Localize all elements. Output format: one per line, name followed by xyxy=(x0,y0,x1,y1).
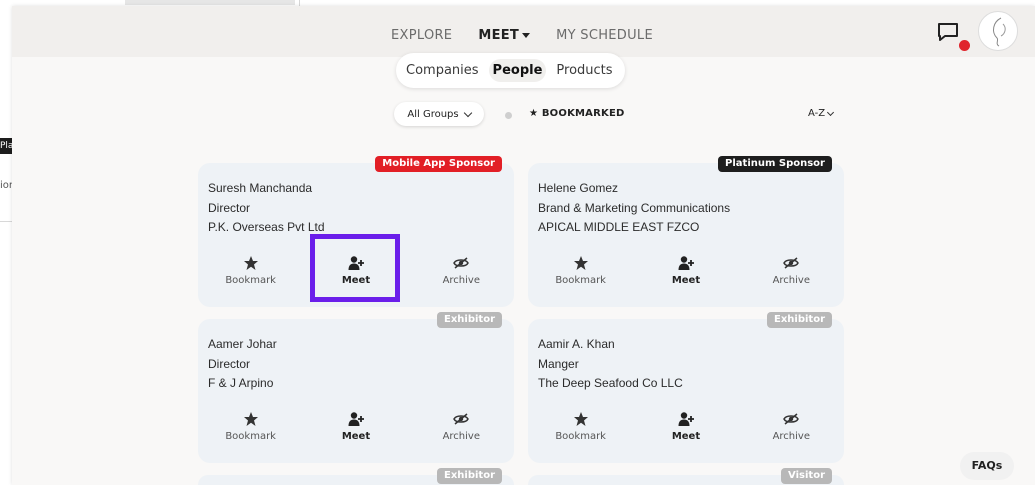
person-company: APICAL MIDDLE EAST FZCO xyxy=(538,220,700,234)
meet-button[interactable]: Meet xyxy=(633,411,738,442)
notification-dot xyxy=(959,40,970,51)
exhibitor-badge: Exhibitor xyxy=(437,312,502,328)
meet-label: Meet xyxy=(671,431,701,442)
meet-button[interactable]: Meet xyxy=(303,411,408,442)
bookmark-label: Bookmark xyxy=(225,431,276,442)
card-actions: Bookmark Meet Archive xyxy=(528,255,844,286)
exhibitor-badge: Exhibitor xyxy=(437,468,502,484)
meet-button[interactable]: Meet xyxy=(633,255,738,286)
add-person-icon xyxy=(348,412,364,426)
person-info: Aamer Johar Director F & J Arpino xyxy=(208,335,277,394)
meet-button-highlight xyxy=(310,234,400,302)
bookmark-button[interactable]: Bookmark xyxy=(198,411,303,442)
meet-label: Meet xyxy=(671,275,701,286)
card-actions: Bookmark Meet Archive xyxy=(198,411,514,442)
top-bar: EXPLORE MEET MY SCHEDULE xyxy=(12,6,1035,57)
background-text: ion xyxy=(0,180,12,191)
tab-companies[interactable]: Companies xyxy=(402,59,483,82)
tab-products[interactable]: Products xyxy=(552,59,616,82)
sort-dropdown[interactable]: A-Z xyxy=(808,108,835,119)
bookmark-button[interactable]: Bookmark xyxy=(528,255,633,286)
person-card[interactable]: Exhibitor Aamir A. Khan Manger The Deep … xyxy=(528,312,844,463)
person-info: Helene Gomez Brand & Marketing Communica… xyxy=(538,179,730,238)
add-person-icon xyxy=(678,256,694,270)
person-card[interactable]: Exhibitor Aamer Johar Director F & J Arp… xyxy=(198,312,514,463)
archive-button[interactable]: Archive xyxy=(409,411,514,442)
visitor-badge: Visitor xyxy=(781,468,832,484)
person-title: Director xyxy=(208,200,251,215)
bookmarked-filter-label[interactable]: ★ BOOKMARKED xyxy=(529,108,625,119)
eye-slash-icon xyxy=(783,257,800,269)
person-company: P.K. Overseas Pvt Ltd xyxy=(208,220,325,234)
eye-slash-icon xyxy=(453,257,470,269)
avatar-sketch-icon xyxy=(993,17,1006,47)
eye-slash-icon xyxy=(783,413,800,425)
archive-label: Archive xyxy=(772,275,810,286)
sort-label: A-Z xyxy=(808,108,826,119)
background-strip xyxy=(125,0,295,5)
person-title: Director xyxy=(208,356,251,371)
archive-label: Archive xyxy=(772,431,810,442)
person-card[interactable]: Platinum Sponsor Helene Gomez Brand & Ma… xyxy=(528,156,844,307)
group-filter-dropdown[interactable]: All Groups xyxy=(394,102,484,126)
person-info: Aamir A. Khan Manger The Deep Seafood Co… xyxy=(538,335,683,394)
bookmark-button[interactable]: Bookmark xyxy=(198,255,303,286)
bookmark-label: Bookmark xyxy=(555,275,606,286)
chevron-down-icon xyxy=(827,108,835,116)
sponsor-badge: Mobile App Sponsor xyxy=(375,156,502,172)
tab-people[interactable]: People xyxy=(488,59,547,82)
nav-meet[interactable]: MEET xyxy=(478,28,531,43)
person-company: F & J Arpino xyxy=(208,376,274,390)
chat-icon[interactable] xyxy=(937,22,959,42)
archive-button[interactable]: Archive xyxy=(409,255,514,286)
bookmarked-toggle[interactable] xyxy=(505,112,512,119)
person-title: Brand & Marketing Communications xyxy=(538,200,731,215)
person-card[interactable]: Visitor xyxy=(528,468,844,485)
person-info: Suresh Manchanda Director P.K. Overseas … xyxy=(208,179,325,238)
group-filter-label: All Groups xyxy=(407,108,459,120)
nav-explore[interactable]: EXPLORE xyxy=(391,28,452,43)
add-person-icon xyxy=(678,412,694,426)
star-icon xyxy=(243,256,258,270)
nav-my-schedule[interactable]: MY SCHEDULE xyxy=(556,28,653,43)
person-name: Aamir A. Khan xyxy=(538,337,615,351)
person-name: Aamer Johar xyxy=(208,337,277,351)
faq-button[interactable]: FAQs xyxy=(960,452,1014,480)
bookmark-label: Bookmark xyxy=(555,431,606,442)
archive-label: Archive xyxy=(442,431,480,442)
caret-down-icon xyxy=(522,33,531,38)
main-nav: EXPLORE MEET MY SCHEDULE xyxy=(391,28,653,43)
chevron-down-icon xyxy=(463,108,472,117)
star-icon xyxy=(573,256,588,270)
person-name: Suresh Manchanda xyxy=(208,181,313,195)
person-title: Manger xyxy=(538,356,579,371)
person-company: The Deep Seafood Co LLC xyxy=(538,376,683,390)
nav-meet-label: MEET xyxy=(478,28,520,43)
view-tabs: Companies People Products xyxy=(396,53,625,88)
meet-label: Meet xyxy=(341,431,371,442)
person-card[interactable]: Exhibitor xyxy=(198,468,514,485)
avatar[interactable] xyxy=(978,11,1018,51)
background-tag: Pla xyxy=(0,138,12,154)
eye-slash-icon xyxy=(453,413,470,425)
bookmark-button[interactable]: Bookmark xyxy=(528,411,633,442)
exhibitor-badge: Exhibitor xyxy=(767,312,832,328)
star-icon xyxy=(573,412,588,426)
sponsor-badge: Platinum Sponsor xyxy=(718,156,832,172)
archive-button[interactable]: Archive xyxy=(739,255,844,286)
bookmark-label: Bookmark xyxy=(225,275,276,286)
archive-label: Archive xyxy=(442,275,480,286)
card-actions: Bookmark Meet Archive xyxy=(528,411,844,442)
star-icon xyxy=(243,412,258,426)
person-name: Helene Gomez xyxy=(538,181,619,195)
archive-button[interactable]: Archive xyxy=(739,411,844,442)
